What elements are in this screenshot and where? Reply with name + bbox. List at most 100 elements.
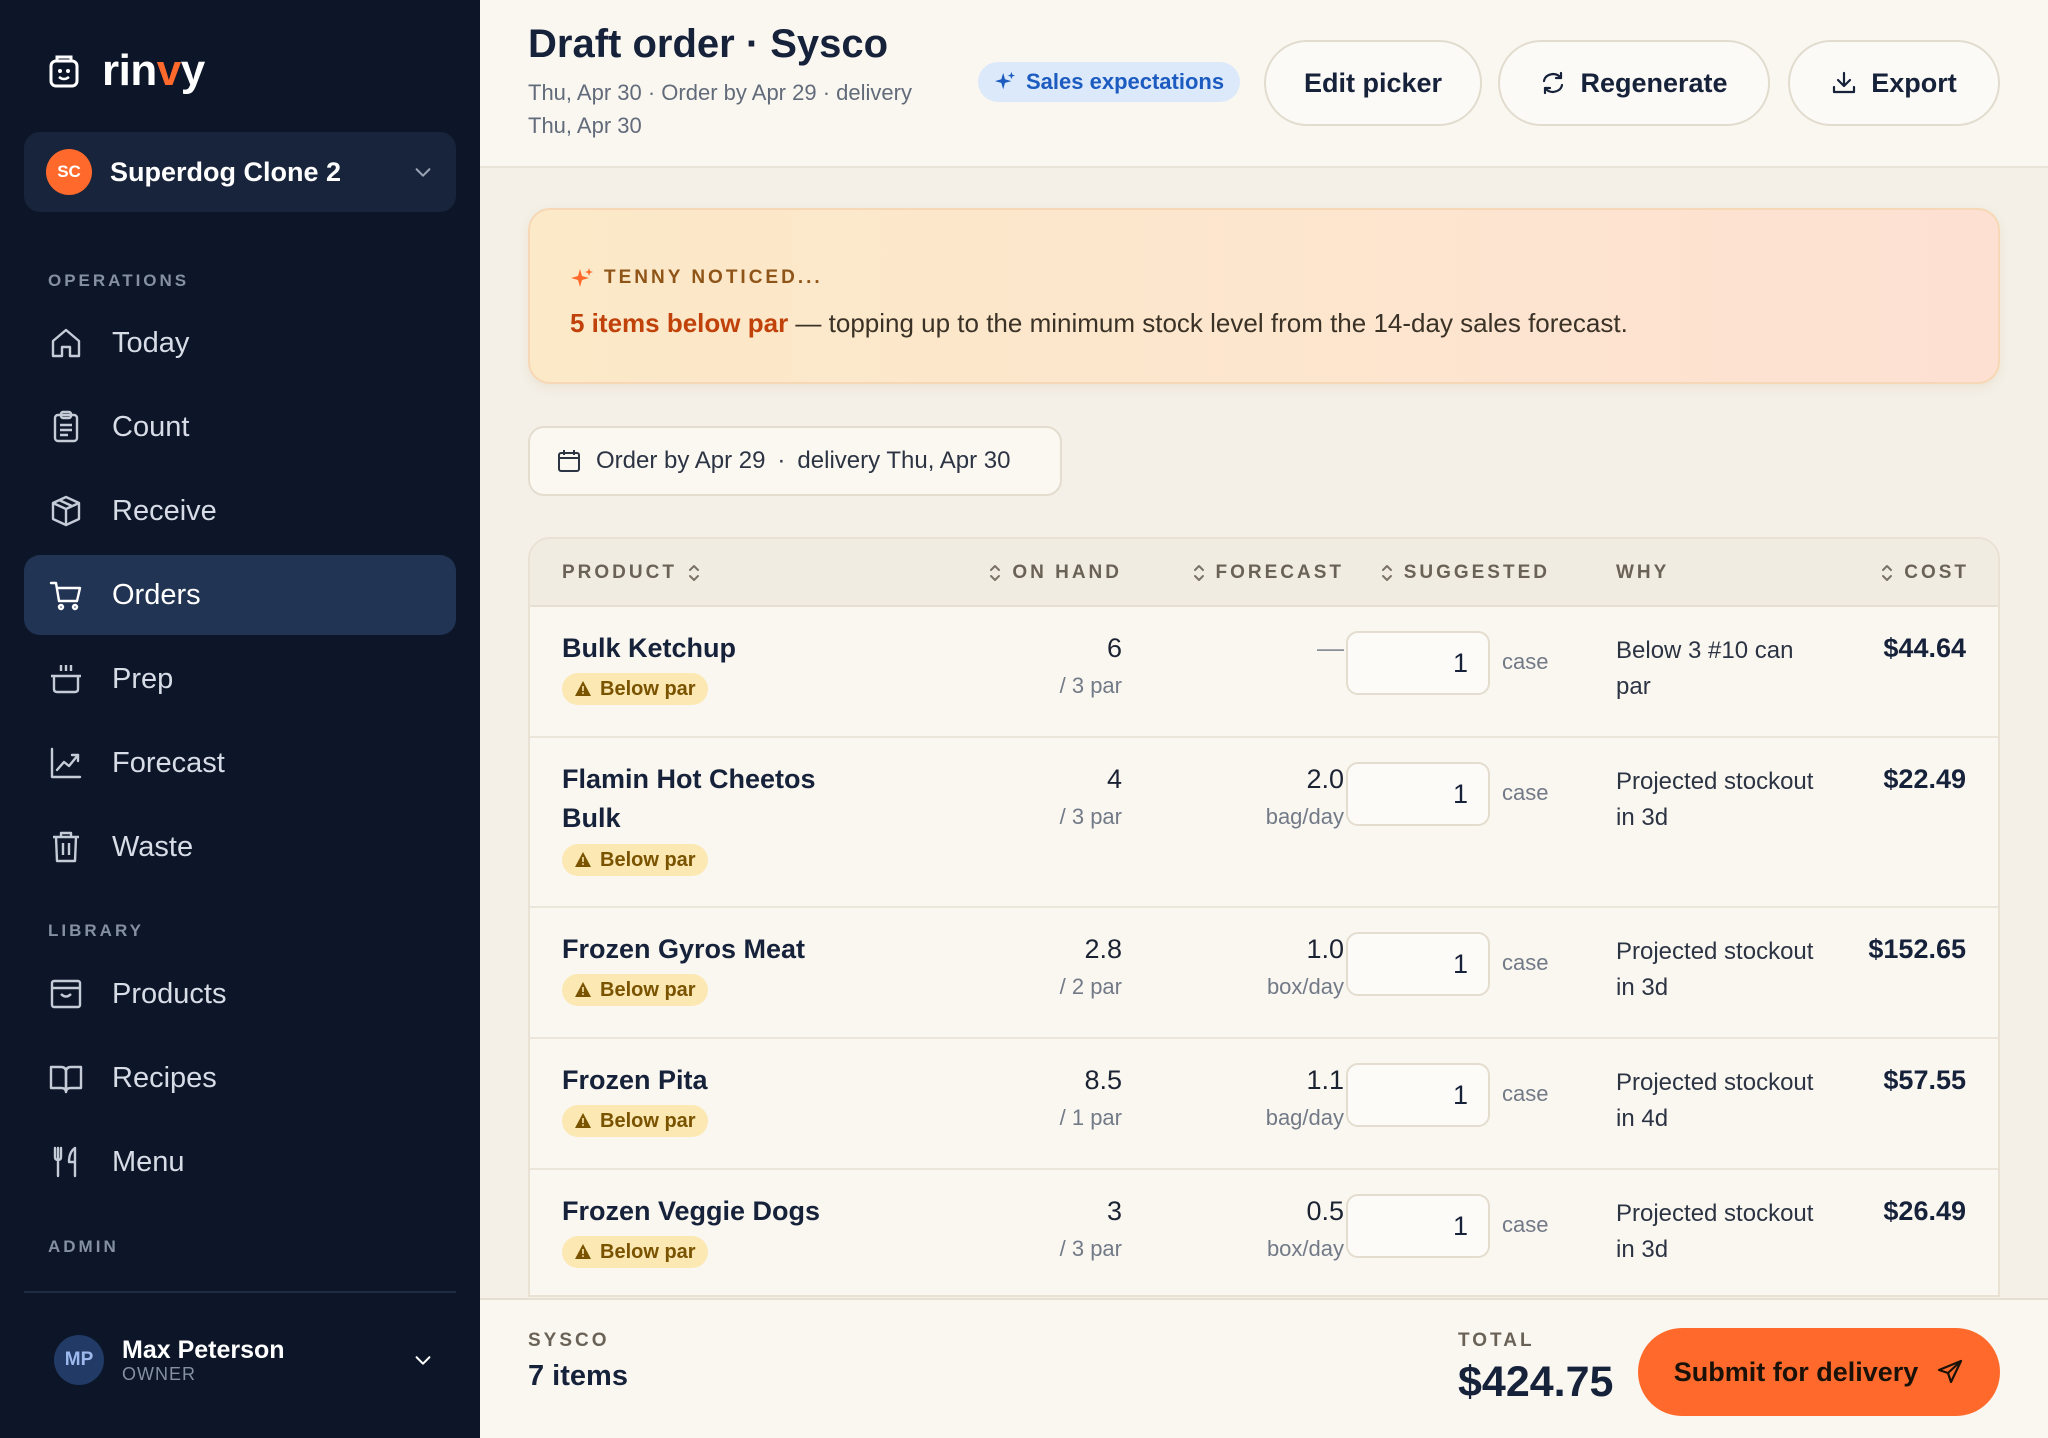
- section-label-operations: OPERATIONS: [48, 271, 190, 290]
- utensils-icon: [53, 1146, 77, 1178]
- sidebar-item-label: Products: [112, 977, 227, 1010]
- sidebar-item-menu[interactable]: Menu: [24, 1122, 456, 1202]
- separator: ·: [777, 447, 786, 474]
- sort-icon: [990, 565, 1001, 581]
- warning-icon: [575, 1244, 591, 1259]
- trash-icon: [53, 831, 79, 863]
- sidebar-item-label: Today: [112, 326, 190, 359]
- banner-tag: TENNY NOTICED...: [570, 266, 823, 290]
- cost-value: $57.55: [1883, 1065, 1966, 1095]
- table-row[interactable]: Flamin Hot Cheetos Bulk Below par 4 / 3 …: [530, 738, 1998, 908]
- pill-label: Sales expectations: [1026, 69, 1225, 94]
- column-header-forecast[interactable]: FORECAST: [1140, 539, 1344, 607]
- sales-expectations-pill[interactable]: Sales expectations: [978, 62, 1241, 102]
- total-value: $424.75: [1458, 1358, 1614, 1406]
- on-hand-value: 2.8: [1084, 934, 1122, 964]
- warning-icon: [575, 681, 591, 696]
- forecast-value: —: [1317, 633, 1344, 663]
- product-name: Bulk Ketchup: [562, 633, 737, 663]
- cost-value: $44.64: [1883, 633, 1966, 663]
- forecast-value: 1.0: [1306, 934, 1344, 964]
- column-header-cost[interactable]: COST: [1810, 539, 1969, 607]
- send-icon: [1938, 1359, 1963, 1384]
- quantity-input[interactable]: 1: [1346, 932, 1490, 996]
- badge-label: Below par: [600, 848, 696, 871]
- par-value: / 3 par: [1059, 1236, 1122, 1261]
- why-text: Projected stockout in 3d: [1616, 1200, 1814, 1263]
- sidebar-item-label: Receive: [112, 494, 217, 527]
- sidebar-item-waste[interactable]: Waste: [24, 807, 456, 887]
- workspace-name: Superdog Clone 2: [110, 156, 342, 187]
- cost-value: $152.65: [1868, 934, 1966, 964]
- table-row[interactable]: Frozen Veggie Dogs Below par 3 / 3 par 0…: [530, 1170, 1998, 1295]
- sort-icon: [1882, 565, 1893, 581]
- calendar-icon: [558, 450, 580, 472]
- user-role: OWNER: [122, 1364, 196, 1384]
- forecast-value: 2.0: [1306, 764, 1344, 794]
- sidebar-item-prep[interactable]: Prep: [24, 639, 456, 719]
- par-value: / 1 par: [1059, 1105, 1122, 1130]
- table-header: PRODUCT ON HAND FORECAST SUGGESTED WHY C…: [530, 539, 1998, 607]
- workspace-switcher[interactable]: SC Superdog Clone 2: [24, 132, 456, 212]
- par-value: / 3 par: [1059, 673, 1122, 698]
- sidebar-item-products[interactable]: Products: [24, 954, 456, 1034]
- sidebar-item-count[interactable]: Count: [24, 387, 456, 467]
- page-header: Draft order · Sysco Thu, Apr 30 · Order …: [480, 0, 2048, 168]
- table-row[interactable]: Bulk Ketchup Below par 6 / 3 par — 1 cas…: [530, 607, 1998, 738]
- forecast-value: 0.5: [1306, 1196, 1344, 1226]
- edit-picker-button[interactable]: Edit picker: [1264, 40, 1482, 126]
- forecast-value: 1.1: [1306, 1065, 1344, 1095]
- warning-icon: [575, 1113, 591, 1128]
- sidebar-item-orders[interactable]: Orders: [24, 555, 456, 635]
- edit-picker-label: Edit picker: [1303, 67, 1443, 98]
- quantity-input[interactable]: 1: [1346, 1063, 1490, 1127]
- cart-icon: [49, 581, 82, 611]
- page-title: Draft order · Sysco: [528, 22, 889, 66]
- sidebar-item-receive[interactable]: Receive: [24, 471, 456, 551]
- product-name: Flamin Hot Cheetos Bulk: [562, 764, 816, 833]
- column-header-product[interactable]: PRODUCT: [562, 539, 701, 607]
- submit-for-delivery-button[interactable]: Submit for delivery: [1638, 1328, 2000, 1416]
- export-button[interactable]: Export: [1788, 40, 2000, 126]
- user-menu[interactable]: MP Max Peterson OWNER: [54, 1332, 434, 1388]
- forecast-unit: bag/day: [1265, 1105, 1344, 1130]
- vendor-label: SYSCO: [528, 1330, 610, 1351]
- warning-icon: [575, 852, 591, 867]
- quantity-input[interactable]: 1: [1346, 762, 1490, 826]
- on-hand-value: 8.5: [1084, 1065, 1122, 1095]
- sidebar-item-recipes[interactable]: Recipes: [24, 1038, 456, 1118]
- delivery-text: delivery Thu, Apr 30: [797, 447, 1011, 474]
- product-name: Frozen Veggie Dogs: [562, 1196, 821, 1226]
- column-header-suggested[interactable]: SUGGESTED: [1330, 539, 1550, 607]
- order-date-chip[interactable]: Order by Apr 29 · delivery Thu, Apr 30: [528, 426, 1062, 496]
- brand-logo[interactable]: rinvy: [48, 46, 205, 96]
- sidebar-divider: [24, 1291, 456, 1293]
- rinvy-logo-icon: [49, 55, 79, 88]
- unit-label: case: [1502, 649, 1549, 674]
- download-icon: [1833, 71, 1856, 94]
- pot-icon: [51, 665, 81, 694]
- book-icon: [49, 1065, 83, 1094]
- forecast-unit: box/day: [1266, 1236, 1344, 1261]
- chevron-down-icon: [415, 1356, 431, 1365]
- sparkle-icon: [571, 268, 593, 287]
- sidebar-item-forecast[interactable]: Forecast: [24, 723, 456, 803]
- regenerate-button[interactable]: Regenerate: [1498, 40, 1770, 126]
- column-label: COST: [1904, 562, 1969, 583]
- quantity-input[interactable]: 1: [1346, 1194, 1490, 1258]
- sidebar-item-label: Orders: [112, 578, 201, 611]
- par-value: / 2 par: [1059, 974, 1122, 999]
- sidebar-item-label: Recipes: [112, 1061, 217, 1094]
- on-hand-value: 6: [1106, 633, 1122, 663]
- quantity-input[interactable]: 1: [1346, 631, 1490, 695]
- column-label: WHY: [1616, 562, 1670, 583]
- why-text: Projected stockout in 3d: [1616, 938, 1814, 1001]
- product-name: Frozen Gyros Meat: [562, 934, 806, 964]
- cost-value: $26.49: [1883, 1196, 1966, 1226]
- table-row[interactable]: Frozen Gyros Meat Below par 2.8 / 2 par …: [530, 908, 1998, 1039]
- column-header-on-hand[interactable]: ON HAND: [922, 539, 1122, 607]
- insight-banner: TENNY NOTICED... 5 items below par — top…: [528, 208, 2000, 384]
- sidebar-item-today[interactable]: Today: [24, 303, 456, 383]
- refresh-icon: [1543, 71, 1564, 95]
- table-row[interactable]: Frozen Pita Below par 8.5 / 1 par 1.1 ba…: [530, 1039, 1998, 1170]
